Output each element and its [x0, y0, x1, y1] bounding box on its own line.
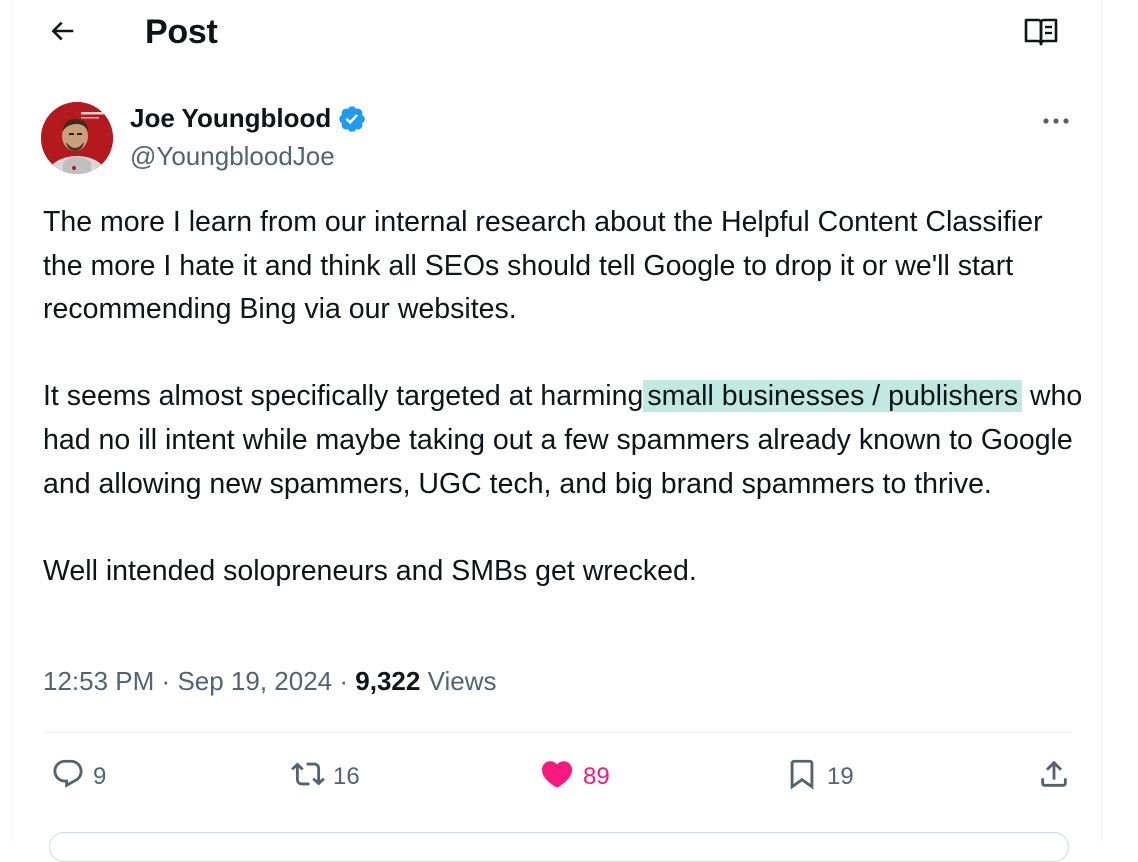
share-button[interactable]	[1037, 752, 1071, 802]
arrow-left-icon	[47, 16, 77, 51]
tweet-paragraph-1: The more I learn from our internal resea…	[43, 206, 1043, 326]
reply-icon	[51, 757, 85, 798]
avatar[interactable]	[41, 102, 113, 174]
tweet-paragraph-2: It seems almost specifically targeted at…	[43, 375, 1083, 506]
timestamp-link[interactable]: 12:53 PM · Sep 19, 2024	[43, 666, 332, 696]
bookmark-count: 19	[827, 763, 854, 790]
highlighted-text: small businesses / publishers	[643, 380, 1023, 413]
tweet-text: The more I learn from our internal resea…	[43, 201, 1083, 593]
author-display-name: Joe Youngblood	[130, 103, 332, 133]
repost-button[interactable]: 16	[291, 752, 360, 802]
tweet-paragraph-3: Well intended solopreneurs and SMBs get …	[43, 554, 697, 587]
reply-count: 9	[93, 763, 107, 790]
action-bar: 9 16 89 19	[43, 752, 1073, 802]
more-options-button[interactable]	[1038, 106, 1074, 136]
repost-count: 16	[333, 763, 360, 790]
views-label: Views	[427, 666, 497, 696]
meta-separator: ·	[339, 666, 349, 696]
share-icon	[1037, 757, 1071, 798]
author-handle[interactable]: @YoungbloodJoe	[130, 141, 335, 172]
tweet-meta: 12:53 PM · Sep 19, 2024 · 9,322 Views	[43, 666, 496, 697]
views-count: 9,322	[355, 666, 421, 696]
page-title: Post	[145, 13, 218, 51]
divider	[43, 732, 1073, 733]
reader-mode-button[interactable]	[1021, 16, 1061, 52]
repost-icon	[291, 757, 325, 798]
reply-composer[interactable]	[49, 832, 1069, 862]
heart-filled-icon	[539, 756, 575, 799]
like-button[interactable]: 89	[539, 752, 610, 802]
open-book-icon	[1023, 17, 1059, 52]
more-horizontal-icon	[1042, 112, 1070, 130]
back-button[interactable]	[43, 14, 81, 52]
reply-button[interactable]: 9	[51, 752, 106, 802]
meta-separator: ·	[161, 666, 171, 696]
bookmark-icon	[785, 757, 819, 798]
bookmark-button[interactable]: 19	[785, 752, 854, 802]
post-time: 12:53 PM	[43, 666, 155, 696]
author-name[interactable]: Joe Youngblood	[130, 103, 367, 134]
verified-badge-icon[interactable]	[337, 104, 367, 134]
like-count: 89	[583, 763, 610, 790]
post-header: Post	[13, 0, 1101, 70]
post-date: Sep 19, 2024	[177, 666, 333, 696]
tweet-paragraph-2-start: It seems almost specifically targeted at…	[43, 380, 644, 413]
post-panel: Post Joe Youngblood @YoungbloodJoe The m…	[12, 0, 1102, 862]
